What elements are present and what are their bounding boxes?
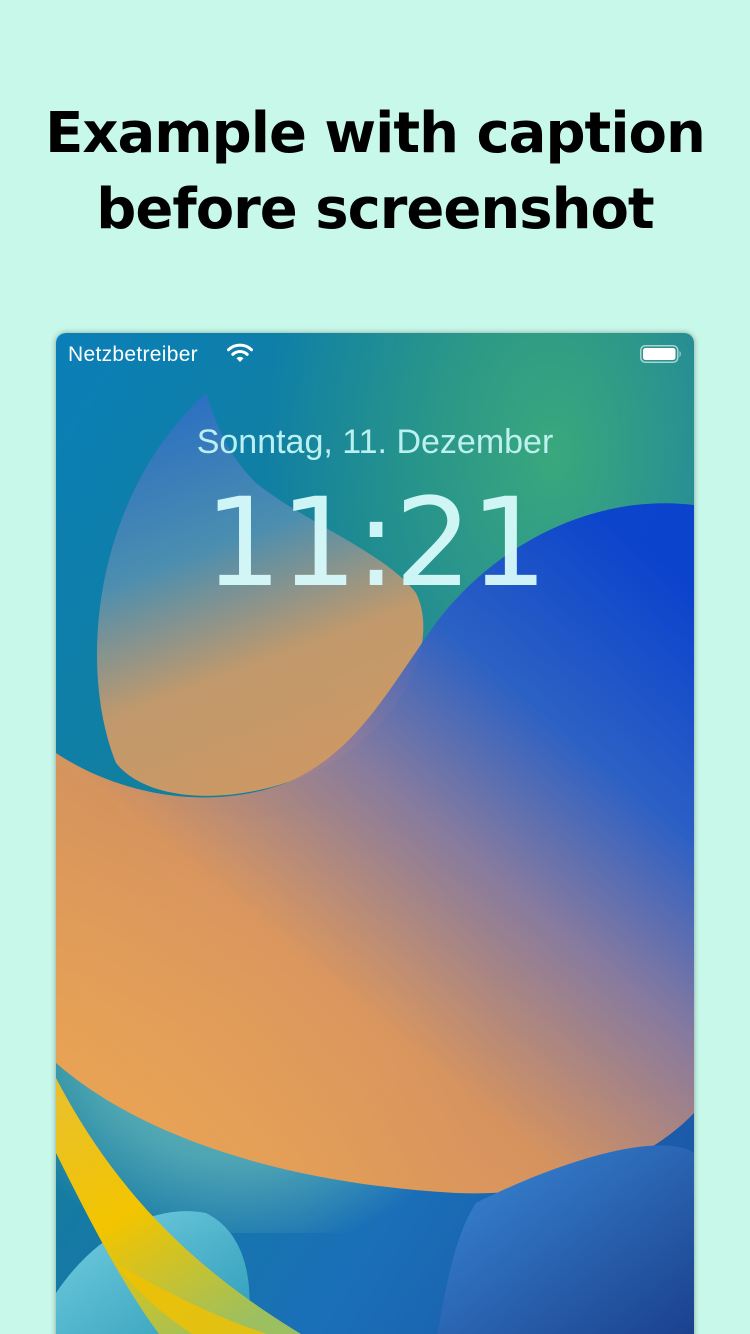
caption-heading: Example with caption before screenshot <box>0 96 750 248</box>
lock-screen-time: 11:21 <box>204 472 548 614</box>
caption-line-2: before screenshot <box>96 177 654 242</box>
phone-screenshot-frame: Netzbetreiber Sonntag, 11. Dezember 11:2… <box>56 333 694 1334</box>
status-bar: Netzbetreiber <box>56 333 694 377</box>
app-store-preview-page: Example with caption before screenshot N… <box>0 0 750 1334</box>
wifi-icon <box>227 343 253 362</box>
lock-screen-date: Sonntag, 11. Dezember <box>196 423 554 461</box>
caption-line-1: Example with caption <box>45 101 706 166</box>
battery-full-icon <box>640 345 681 363</box>
carrier-name: Netzbetreiber <box>68 343 198 366</box>
